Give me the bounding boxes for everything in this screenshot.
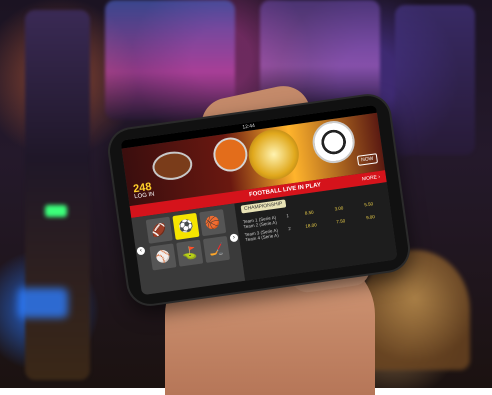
odds-away[interactable]: 5.50 xyxy=(353,200,383,209)
green-light xyxy=(45,205,67,217)
casino-background: 12:44 248 LOG IN NOW FOOTBALL LIVE IN PL… xyxy=(0,0,492,395)
slot-machine-right xyxy=(395,5,475,155)
more-link[interactable]: MORE › xyxy=(361,171,381,185)
odds-draw[interactable]: 7.50 xyxy=(326,217,356,226)
odds-home[interactable]: 8.50 xyxy=(294,208,324,217)
cta-button[interactable]: NOW xyxy=(356,153,379,166)
sport-tile-american-football[interactable]: 🏈 xyxy=(145,216,173,244)
phone-screen: 12:44 248 LOG IN NOW FOOTBALL LIVE IN PL… xyxy=(120,104,398,296)
basketball-icon xyxy=(211,135,250,174)
login-button[interactable]: LOG IN xyxy=(134,192,155,201)
sport-tiles: 🏈 ⚽ 🏀 ⚾ ⛳ 🏒 xyxy=(145,209,234,271)
sport-tile-golf[interactable]: ⛳ xyxy=(176,239,204,267)
gold-ball-icon xyxy=(245,126,303,183)
slot-machine-left xyxy=(25,10,90,380)
sport-tile-hockey[interactable]: 🏒 xyxy=(202,235,231,263)
sport-tile-soccer[interactable]: ⚽ xyxy=(172,212,200,240)
odds-draw[interactable]: 3.00 xyxy=(324,204,354,213)
sport-tile-baseball[interactable]: ⚾ xyxy=(149,243,177,271)
odds-home[interactable]: 18.00 xyxy=(296,221,326,230)
soccer-ball-icon xyxy=(309,118,358,166)
blue-light xyxy=(18,288,68,318)
chevron-right-icon[interactable]: › xyxy=(229,233,239,243)
football-icon xyxy=(150,149,195,183)
sport-selector: ‹ 🏈 ⚽ 🏀 ⚾ ⛳ 🏒 › xyxy=(131,203,246,296)
chevron-left-icon[interactable]: ‹ xyxy=(136,246,146,256)
sport-tile-basketball[interactable]: 🏀 xyxy=(199,209,227,237)
odds-away[interactable]: 9.00 xyxy=(355,213,385,222)
